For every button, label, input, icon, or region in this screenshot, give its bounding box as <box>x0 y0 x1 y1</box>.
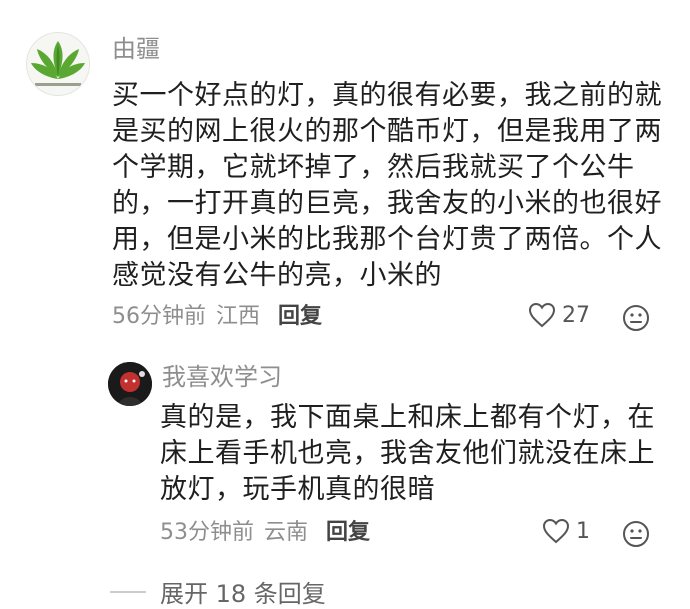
main-reply-button[interactable]: 回复 <box>278 302 322 332</box>
heart-outline-icon <box>542 518 570 544</box>
reply-emoji-button[interactable] <box>622 520 650 548</box>
main-comment-location: 江西 <box>216 304 261 329</box>
emoji-face-icon <box>623 521 649 547</box>
main-username[interactable]: 由疆 <box>112 34 160 64</box>
reply-reply-button[interactable]: 回复 <box>326 518 370 548</box>
expand-replies-label: 展开 18 条回复 <box>160 580 326 608</box>
expand-divider <box>110 590 146 593</box>
expand-replies-button[interactable]: 展开 18 条回复 <box>110 574 326 609</box>
reply-like-button[interactable]: 1 <box>542 518 590 544</box>
main-user-avatar[interactable] <box>26 32 90 96</box>
heart-outline-icon <box>528 302 556 328</box>
main-comment-time: 56分钟前 <box>112 304 206 329</box>
main-comment-text: 买一个好点的灯，真的很有必要，我之前的就 是买的网上很火的那个酷币灯，但是我用了… <box>112 80 662 291</box>
character-avatar-image <box>108 362 152 406</box>
plant-avatar-image <box>27 33 89 95</box>
reply-like-count: 1 <box>576 518 590 544</box>
main-comment-meta: 56分钟前 江西 回复 <box>112 302 322 332</box>
reply-comment-time: 53分钟前 <box>160 520 254 545</box>
main-emoji-button[interactable] <box>622 304 650 332</box>
reply-comment-text: 真的是，我下面桌上和床上都有个灯，在 床上看手机也亮，我舍友他们就没在床上 放灯… <box>160 402 655 505</box>
emoji-face-icon <box>623 305 649 331</box>
reply-username[interactable]: 我喜欢学习 <box>162 362 282 392</box>
reply-user-avatar[interactable] <box>108 362 152 406</box>
main-like-count: 27 <box>562 302 590 328</box>
main-like-button[interactable]: 27 <box>528 302 590 328</box>
reply-comment-meta: 53分钟前 云南 回复 <box>160 518 370 548</box>
reply-comment-location: 云南 <box>264 520 309 545</box>
